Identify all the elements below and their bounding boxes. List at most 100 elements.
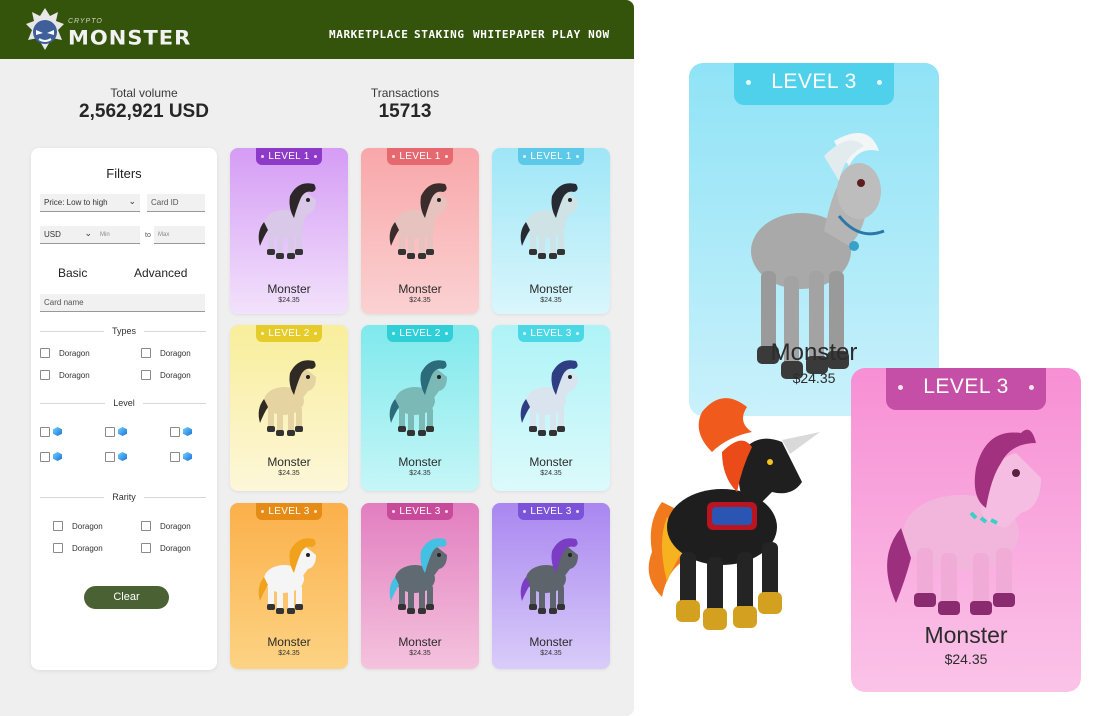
card-name-input[interactable]: Card name: [40, 294, 205, 312]
card-name: Monster: [529, 282, 573, 296]
rarity-checkbox[interactable]: [53, 543, 63, 553]
card-name: Monster: [529, 635, 573, 649]
showcase-card-pink[interactable]: LEVEL 3 Monster $24.35: [851, 368, 1081, 692]
filters-title: Filters: [106, 166, 142, 181]
level-section-label: Level: [31, 398, 217, 408]
nav-marketplace[interactable]: MARKETPLACE: [329, 28, 408, 41]
currency-select[interactable]: USD ⌄: [40, 226, 96, 244]
level-ribbon: LEVEL 1: [387, 148, 453, 165]
logo[interactable]: CRYPTO MONSTER: [22, 6, 190, 54]
rarity-checkbox[interactable]: [141, 543, 151, 553]
monster-card[interactable]: LEVEL 1 Monster $24.35: [230, 148, 348, 314]
nav-whitepaper[interactable]: WHITEPAPER: [473, 28, 545, 41]
card-name: Monster: [267, 635, 311, 649]
monster-card[interactable]: LEVEL 3 Monster $24.35: [492, 325, 610, 491]
pony-image: [258, 538, 316, 614]
rarity-label: Rarity: [104, 492, 144, 502]
type-checkbox[interactable]: [40, 370, 50, 380]
monster-card[interactable]: LEVEL 3 Monster $24.35: [492, 503, 610, 669]
level-checkbox[interactable]: [170, 452, 180, 462]
pony-image: [520, 183, 578, 259]
total-volume-value: 2,562,921 USD: [79, 101, 209, 122]
level-ribbon: LEVEL 1: [256, 148, 322, 165]
level-checkbox[interactable]: [170, 427, 180, 437]
showcase-card-blue[interactable]: LEVEL 3 Monster $24.35: [689, 63, 939, 416]
rarity-label: Doragon: [72, 522, 103, 531]
level-checkbox[interactable]: [105, 452, 115, 462]
gem-icon: [53, 427, 62, 436]
rarity-checkbox[interactable]: [53, 521, 63, 531]
card-price: $24.35: [409, 297, 431, 304]
types-label: Types: [103, 326, 144, 336]
level-checkbox[interactable]: [40, 427, 50, 437]
level-ribbon: LEVEL 1: [518, 148, 584, 165]
pony-image: [887, 429, 1041, 615]
gem-icon: [118, 427, 127, 436]
min-price-input[interactable]: Min: [96, 226, 140, 244]
monster-card[interactable]: LEVEL 1 Monster $24.35: [492, 148, 610, 314]
monster-card[interactable]: LEVEL 3 Monster $24.35: [361, 503, 479, 669]
pony-image: [389, 538, 447, 614]
level-ribbon: LEVEL 3: [734, 63, 894, 105]
level-ribbon: LEVEL 3: [256, 503, 322, 520]
type-checkbox[interactable]: [141, 348, 151, 358]
card-name: Monster: [267, 455, 311, 469]
card-name: Monster: [924, 622, 1008, 648]
gem-icon: [118, 452, 127, 461]
card-name: Monster: [529, 455, 573, 469]
level-checkbox[interactable]: [40, 452, 50, 462]
monster-card[interactable]: LEVEL 2 Monster $24.35: [230, 325, 348, 491]
card-name: Monster: [398, 455, 442, 469]
gem-icon: [183, 427, 192, 436]
level-ribbon: LEVEL 3: [886, 368, 1046, 410]
currency-select-value: USD: [44, 230, 61, 239]
type-label: Doragon: [160, 349, 191, 358]
pony-image: [258, 183, 316, 259]
card-name: Monster: [398, 635, 442, 649]
tab-basic[interactable]: Basic: [58, 266, 87, 280]
nav-staking[interactable]: STAKING: [414, 28, 465, 41]
card-id-input[interactable]: Card ID: [147, 194, 205, 212]
chevron-down-icon: ⌄: [84, 228, 92, 238]
top-navbar: CRYPTO MONSTER MARKETPLACE STAKING WHITE…: [0, 0, 634, 59]
max-price-input[interactable]: Max: [154, 226, 205, 244]
fire-unicorn-image: [648, 398, 820, 630]
card-name: Monster: [267, 282, 311, 296]
range-to-label: to: [145, 232, 151, 239]
rarity-checkbox[interactable]: [141, 521, 151, 531]
min-placeholder: Min: [100, 232, 110, 238]
sort-select[interactable]: Price: Low to high ⌄: [40, 194, 140, 212]
level-label: Level: [105, 398, 143, 408]
level-checkbox[interactable]: [105, 427, 115, 437]
type-checkbox[interactable]: [40, 348, 50, 358]
total-volume-label: Total volume: [110, 86, 178, 100]
card-price: $24.35: [540, 650, 562, 657]
monster-card[interactable]: LEVEL 2 Monster $24.35: [361, 325, 479, 491]
logo-title: MONSTER: [68, 26, 192, 50]
card-price: $24.35: [278, 297, 300, 304]
card-price: $24.35: [944, 651, 988, 667]
card-price: $24.35: [409, 470, 431, 477]
pony-image: [258, 360, 316, 436]
monster-card[interactable]: LEVEL 1 Monster $24.35: [361, 148, 479, 314]
level-ribbon: LEVEL 3: [518, 325, 584, 342]
transactions-value: 15713: [378, 101, 432, 122]
rarity-label: Doragon: [72, 544, 103, 553]
clear-button[interactable]: Clear: [84, 586, 169, 609]
level-ribbon: LEVEL 3: [387, 503, 453, 520]
nav-play-now[interactable]: PLAY NOW: [552, 28, 610, 41]
level-ribbon: LEVEL 2: [256, 325, 322, 342]
type-checkbox[interactable]: [141, 370, 151, 380]
monster-card[interactable]: LEVEL 3 Monster $24.35: [230, 503, 348, 669]
pony-image: [389, 360, 447, 436]
level-ribbon: LEVEL 3: [518, 503, 584, 520]
rarity-section-label: Rarity: [31, 492, 217, 502]
tab-advanced[interactable]: Advanced: [134, 266, 187, 280]
sort-select-value: Price: Low to high: [44, 198, 108, 207]
type-label: Doragon: [160, 371, 191, 380]
chevron-down-icon: ⌄: [128, 196, 136, 206]
type-label: Doragon: [59, 349, 90, 358]
card-name: Monster: [770, 339, 858, 366]
filters-panel: Filters Price: Low to high ⌄ Card ID USD…: [31, 148, 217, 670]
rarity-label: Doragon: [160, 522, 191, 531]
